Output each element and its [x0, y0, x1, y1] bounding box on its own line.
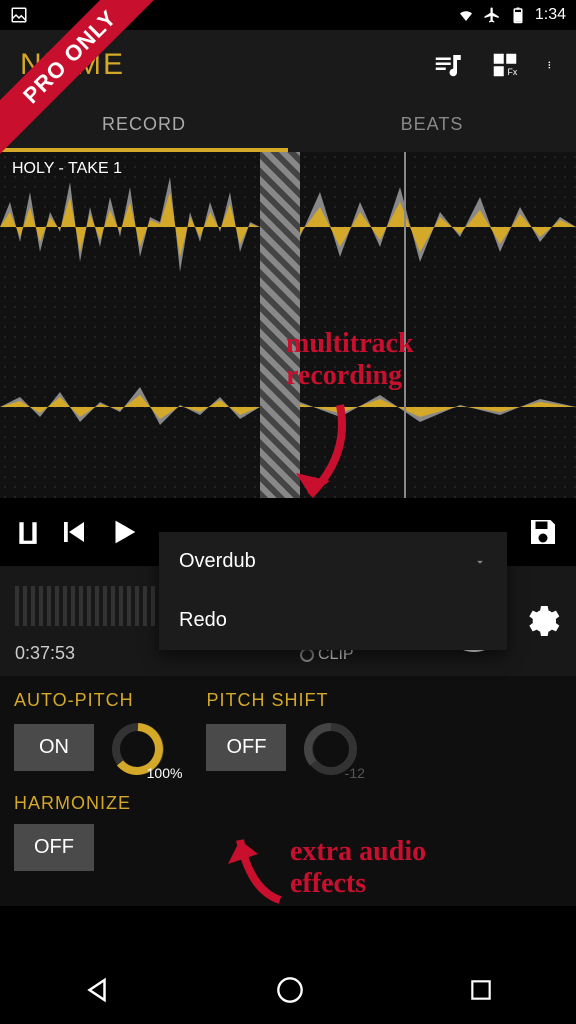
pitch-shift-label: PITCH SHIFT [206, 690, 358, 711]
tab-beats[interactable]: BEATS [288, 100, 576, 152]
marker-icon[interactable] [15, 517, 41, 547]
auto-pitch-knob[interactable]: 100% [110, 721, 166, 777]
auto-pitch-label: AUTO-PITCH [14, 690, 166, 711]
play-icon[interactable] [107, 515, 141, 549]
skip-back-icon[interactable] [59, 517, 89, 547]
android-nav-bar [0, 956, 576, 1024]
battery-icon [509, 6, 527, 24]
back-button[interactable] [82, 975, 112, 1005]
fx-grid-icon[interactable]: Fx [490, 50, 520, 80]
app-title: NE ME [20, 48, 125, 82]
playhead-region [260, 152, 300, 498]
app-header: NE ME Fx [0, 30, 576, 100]
menu-overflow-icon[interactable] [548, 50, 556, 80]
save-icon[interactable] [525, 514, 561, 550]
settings-icon[interactable] [521, 601, 561, 641]
image-icon [10, 6, 28, 24]
waveform-area[interactable]: HOLY - TAKE 1 [0, 152, 576, 498]
dropdown-item-redo[interactable]: Redo [159, 591, 507, 650]
auto-pitch-toggle[interactable]: ON [14, 724, 94, 771]
pitch-shift-toggle[interactable]: OFF [206, 724, 286, 771]
harmonize-toggle[interactable]: OFF [14, 824, 94, 871]
tabs: RECORD BEATS [0, 100, 576, 152]
mode-dropdown-menu: Overdub Redo [159, 532, 507, 650]
playhead-line [404, 152, 406, 498]
status-bar: 1:34 [0, 0, 576, 30]
harmonize-label: HARMONIZE [14, 793, 131, 814]
pitch-shift-knob[interactable]: -12 [303, 721, 359, 777]
time-display: 0:37:53 [15, 643, 75, 664]
transport-bar: Overdub Redo [0, 498, 576, 566]
effects-panel: AUTO-PITCH ON 100% PITCH SHIFT OFF -12 H… [0, 676, 576, 906]
recents-button[interactable] [468, 977, 494, 1003]
dropdown-item-overdub[interactable]: Overdub [159, 532, 507, 591]
home-button[interactable] [276, 976, 304, 1004]
playlist-icon[interactable] [432, 50, 462, 80]
svg-text:Fx: Fx [508, 67, 518, 77]
track-label: HOLY - TAKE 1 [12, 160, 122, 178]
status-time: 1:34 [535, 6, 566, 24]
wifi-icon [457, 6, 475, 24]
tab-record[interactable]: RECORD [0, 100, 288, 152]
airplane-icon [483, 6, 501, 24]
